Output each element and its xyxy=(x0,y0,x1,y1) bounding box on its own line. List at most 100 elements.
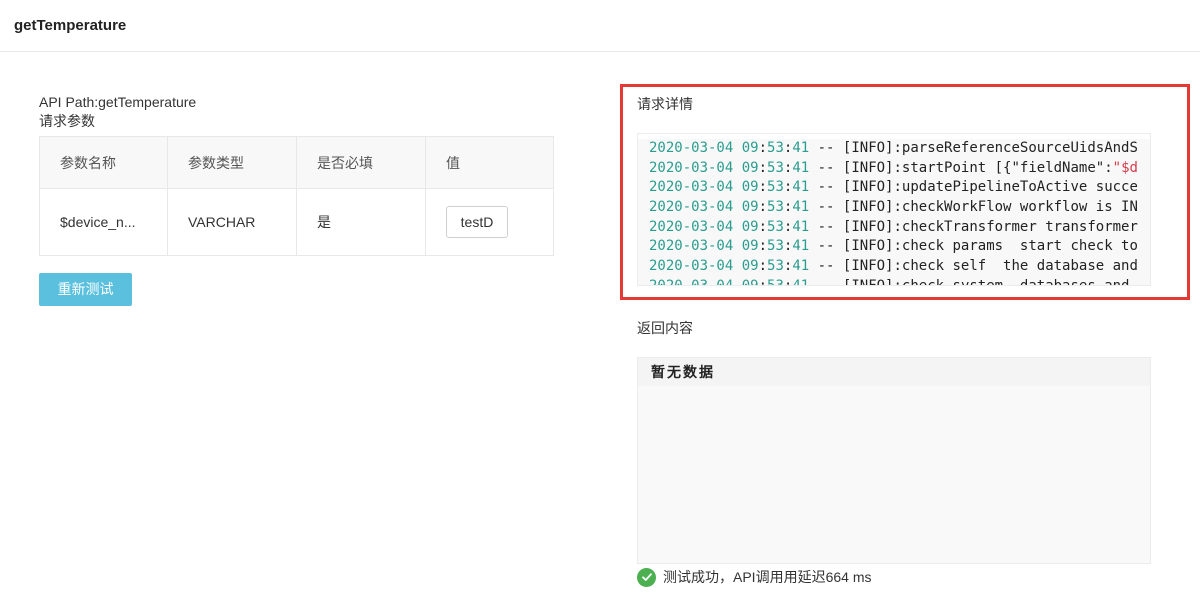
log-line-hour: 09 xyxy=(741,159,759,176)
log-line-colon: : xyxy=(758,179,768,196)
cell-required: 是 xyxy=(296,188,426,256)
log-line-minute: 53 xyxy=(767,218,784,235)
log-line-minute: 53 xyxy=(767,179,784,196)
log-line-hour: 09 xyxy=(741,218,759,235)
log-line-level: [INFO] xyxy=(842,258,894,275)
status-line: 测试成功，API调用用延迟664 ms xyxy=(637,567,871,587)
log-line-separator: -- xyxy=(809,258,843,275)
retest-button[interactable]: 重新测试 xyxy=(39,273,132,306)
log-line-level: [INFO] xyxy=(842,218,894,235)
log-line-date: 2020-03-04 xyxy=(649,159,734,176)
log-line-level: [INFO] xyxy=(842,140,894,156)
log-line: 2020-03-04 09:53:41 -- [INFO]:check self… xyxy=(638,257,1150,277)
log-line-date: 2020-03-04 xyxy=(649,179,734,196)
request-detail-title: 请求详情 xyxy=(637,96,693,112)
log-line-level: [INFO] xyxy=(842,179,894,196)
log-line-message: :check params start check to xyxy=(893,238,1138,255)
page-title: getTemperature xyxy=(14,17,127,34)
log-line-hour: 09 xyxy=(741,238,759,255)
log-line-level: [INFO] xyxy=(842,238,894,255)
table-row: $device_n... VARCHAR 是 testD xyxy=(39,188,554,256)
log-line-colon: : xyxy=(758,140,768,156)
log-line: 2020-03-04 09:53:41 -- [INFO]:parseRefer… xyxy=(638,139,1150,159)
log-line-time-sep xyxy=(733,140,741,156)
log-line-minute: 53 xyxy=(767,258,784,275)
log-line-string: "$d xyxy=(1112,159,1138,176)
log-line-message: :checkWorkFlow workflow is IN xyxy=(893,199,1138,216)
log-line-minute: 53 xyxy=(767,159,784,176)
log-line-separator: -- xyxy=(809,159,843,176)
return-content-box[interactable]: 暂无数据 xyxy=(637,357,1151,564)
log-line-message: :check self the database and xyxy=(893,258,1138,275)
log-line-separator: -- xyxy=(809,277,843,286)
log-line-second: 41 xyxy=(792,179,810,196)
log-line-date: 2020-03-04 xyxy=(649,199,734,216)
log-line: 2020-03-04 09:53:41 -- [INFO]:checkTrans… xyxy=(638,217,1150,238)
log-line-colon: : xyxy=(758,277,768,286)
column-header-required: 是否必填 xyxy=(296,136,426,189)
log-line-level: [INFO] xyxy=(842,277,894,286)
log-line: 2020-03-04 09:53:41 -- [INFO]:check para… xyxy=(638,237,1150,258)
log-line-message: :check system databases and xyxy=(893,277,1130,286)
log-line-separator: -- xyxy=(809,140,843,156)
log-line-second: 41 xyxy=(792,159,810,176)
log-line: 2020-03-04 09:53:41 -- [INFO]:check syst… xyxy=(638,276,1150,286)
log-line: 2020-03-04 09:53:41 -- [INFO]:updatePipe… xyxy=(638,178,1150,199)
log-line-colon: : xyxy=(758,159,768,176)
log-line-date: 2020-03-04 xyxy=(649,258,734,275)
log-line: 2020-03-04 09:53:41 -- [INFO]:checkWorkF… xyxy=(638,198,1150,218)
log-line: 2020-03-04 09:53:41 -- [INFO]:startPoint… xyxy=(638,158,1150,179)
log-line-message: :updatePipelineToActive succe xyxy=(893,179,1138,196)
log-line-second: 41 xyxy=(792,140,810,156)
log-line-hour: 09 xyxy=(741,199,759,216)
log-line-hour: 09 xyxy=(741,277,759,286)
log-line-hour: 09 xyxy=(741,140,759,156)
column-header-param-name: 参数名称 xyxy=(39,136,168,189)
log-line-message: :parseReferenceSourceUidsAndS xyxy=(893,140,1138,156)
log-line-colon: : xyxy=(758,258,768,275)
log-line-minute: 53 xyxy=(767,277,784,286)
log-line-date: 2020-03-04 xyxy=(649,218,734,235)
return-content-title: 返回内容 xyxy=(637,320,693,336)
log-line-minute: 53 xyxy=(767,238,784,255)
log-line-separator: -- xyxy=(809,199,843,216)
api-path-label: API Path:getTemperature xyxy=(39,94,197,110)
request-log-box[interactable]: 2020-03-04 09:53:41 -- [INFO]:parseRefer… xyxy=(637,133,1151,286)
log-line-minute: 53 xyxy=(767,140,784,156)
column-header-value: 值 xyxy=(425,136,554,189)
log-line-separator: -- xyxy=(809,218,843,235)
log-line-time-sep xyxy=(733,219,741,235)
log-line-colon: : xyxy=(758,218,768,235)
log-line-time-sep xyxy=(733,278,741,285)
cell-value: testD xyxy=(425,188,554,256)
log-line-second: 41 xyxy=(792,258,810,275)
log-line-hour: 09 xyxy=(741,179,759,196)
log-line-hour: 09 xyxy=(741,258,759,275)
log-line-level: [INFO] xyxy=(842,199,894,216)
return-empty-text: 暂无数据 xyxy=(638,358,1150,386)
log-line-separator: -- xyxy=(809,238,843,255)
table-header-row: 参数名称 参数类型 是否必填 值 xyxy=(39,136,554,189)
log-line-separator: -- xyxy=(809,179,843,196)
log-line-date: 2020-03-04 xyxy=(649,140,734,156)
log-line-message: :startPoint [{"fieldName": xyxy=(893,159,1113,176)
request-params-title: 请求参数 xyxy=(39,113,95,129)
log-line-second: 41 xyxy=(792,218,810,235)
log-line-colon: : xyxy=(758,238,768,255)
log-line-minute: 53 xyxy=(767,199,784,216)
success-check-icon xyxy=(637,567,656,587)
log-line-message: :checkTransformer transformer xyxy=(893,218,1138,235)
cell-param-name: $device_n... xyxy=(39,188,168,256)
params-table: 参数名称 参数类型 是否必填 值 $device_n... VARCHAR 是 … xyxy=(39,136,554,256)
log-line-second: 41 xyxy=(792,277,810,286)
param-value-input[interactable]: testD xyxy=(446,206,508,238)
status-text: 测试成功，API调用用延迟664 ms xyxy=(663,569,872,585)
log-line-time-sep xyxy=(733,160,741,176)
log-line-date: 2020-03-04 xyxy=(649,238,734,255)
log-line-colon: : xyxy=(758,199,768,216)
log-line-second: 41 xyxy=(792,199,810,216)
cell-param-type: VARCHAR xyxy=(167,188,297,256)
log-line-level: [INFO] xyxy=(842,159,894,176)
log-line-second: 41 xyxy=(792,238,810,255)
log-line-date: 2020-03-04 xyxy=(649,277,734,286)
